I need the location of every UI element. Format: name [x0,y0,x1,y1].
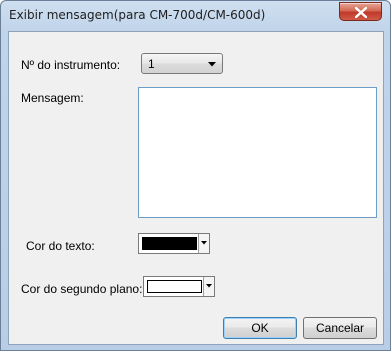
text-color-picker[interactable] [138,233,210,254]
instrument-value: 1 [148,57,155,71]
window-title: Exibir mensagem(para CM-700d/CM-600d) [9,8,266,22]
ok-button[interactable]: OK [223,317,297,339]
chevron-down-icon [208,62,216,67]
close-button[interactable] [339,2,382,21]
cancel-button[interactable]: Cancelar [303,317,377,339]
title-bar[interactable]: Exibir mensagem(para CM-700d/CM-600d) [1,1,390,31]
message-label: Mensagem: [21,91,84,105]
instrument-select[interactable]: 1 [141,53,223,74]
dialog-body: Nº do instrumento: 1 Mensagem: Cor do te… [8,31,384,345]
text-color-swatch [142,237,197,250]
background-color-swatch [147,280,202,293]
text-color-dropdown-button[interactable] [198,234,209,253]
dialog-window: Exibir mensagem(para CM-700d/CM-600d) Nº… [0,0,391,351]
chevron-down-icon [201,241,207,245]
chevron-down-icon [206,284,212,288]
message-textarea[interactable] [138,87,377,218]
background-color-picker[interactable] [143,276,215,297]
background-color-label: Cor do segundo plano: [21,282,143,296]
background-color-dropdown-button[interactable] [203,277,214,296]
instrument-label: Nº do instrumento: [21,58,121,72]
close-icon [355,7,367,18]
text-color-label: Cor do texto: [26,239,95,253]
